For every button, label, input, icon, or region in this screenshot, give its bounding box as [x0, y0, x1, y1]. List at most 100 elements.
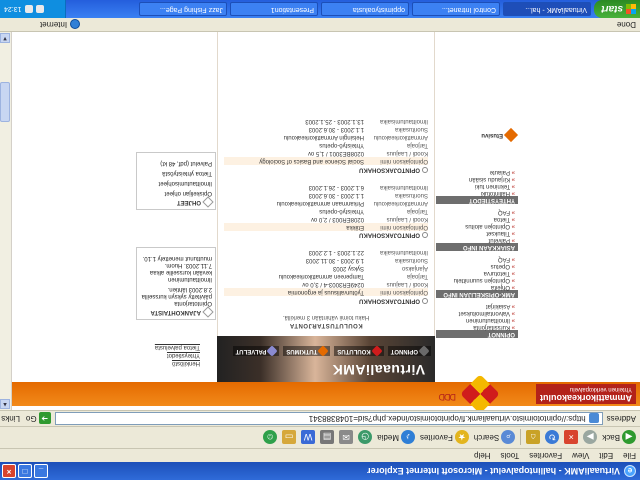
news-item[interactable]: Opintotarjonta päivitetty syksyn kurssei…: [140, 285, 212, 306]
course-value[interactable]: Työturvallisuus ja ergonomia: [288, 288, 364, 296]
tray-network-icon[interactable]: [35, 5, 44, 13]
help-link[interactable]: Palvelut (pdf, 48 kt): [140, 159, 212, 166]
taskbar-item[interactable]: Control Intranet...: [412, 2, 500, 16]
go-button[interactable]: ➔ Go: [25, 412, 51, 425]
course-key: Ilmoittautumisaika: [379, 183, 428, 190]
messenger-button[interactable]: ☺: [263, 430, 278, 445]
link-yhteystiedot[interactable]: Yhteystiedot: [160, 352, 200, 358]
course-row: Ajanjakso Syksy 2003: [224, 264, 428, 272]
site-brand[interactable]: Ammattikorkeakoulut Yhteinen verkkopalve…: [536, 384, 636, 404]
nav-group-student-info: AMK-OPISKELIJAN INFO Ohjeita Opintojen s…: [436, 255, 518, 298]
tab-opinnot[interactable]: OPINNOT: [387, 345, 431, 357]
scroll-up-icon[interactable]: ▲: [0, 399, 10, 409]
tab-tutkimus[interactable]: TUTKIMUS: [283, 345, 331, 357]
menu-view[interactable]: View: [572, 449, 589, 460]
nav-item[interactable]: Kurssitarjonta: [436, 323, 518, 330]
nav-item[interactable]: Valvontailmoitukset: [436, 309, 518, 316]
nav-item[interactable]: Ilmoittautuminen: [436, 316, 518, 323]
help-link[interactable]: Tietoa yhteistyöstä: [140, 169, 212, 176]
menu-help[interactable]: Help: [474, 449, 490, 460]
nav-item[interactable]: Asiakirjat: [436, 302, 518, 309]
help-link[interactable]: Ilmoittautumisohjeet: [140, 179, 212, 186]
tab-opinnot-icon: [418, 345, 430, 357]
minimize-button[interactable]: _: [34, 464, 48, 478]
mail-button[interactable]: ✉: [339, 430, 354, 445]
browser-toolbar: ◀ Back ▶ × ↻ ⌂ ⌕ Search ★ Favorites ♪ Me…: [0, 426, 640, 448]
address-input[interactable]: https://opintotoimisto.virtuaaliamk.fi/o…: [54, 412, 603, 425]
course-value[interactable]: Etiikka: [346, 223, 364, 231]
tab-palvelut[interactable]: PALVELUT: [232, 345, 280, 357]
link-tietoa[interactable]: Tietoa palvelusta: [155, 344, 200, 350]
stop-button[interactable]: ×: [564, 430, 579, 445]
search-label: Search: [473, 433, 500, 442]
nav-item[interactable]: FAQ: [436, 255, 518, 262]
menu-tools[interactable]: Tools: [501, 449, 520, 460]
discuss-button[interactable]: ▭: [282, 430, 297, 445]
nav-item[interactable]: Kirjaudu sisään: [436, 175, 518, 182]
menu-favorites[interactable]: Favorites: [529, 449, 562, 460]
menu-edit[interactable]: Edit: [599, 449, 613, 460]
news-item[interactable]: Ilmoittautuminen kevään kursseille alkaa…: [140, 254, 212, 282]
course-radio[interactable]: [422, 232, 428, 239]
course-row: Koodi / Laajuus 0208BE3001 / 1,5 ov: [224, 149, 428, 157]
history-button[interactable]: ◷: [358, 430, 373, 445]
nav-item[interactable]: Tietoturva: [436, 269, 518, 276]
start-button[interactable]: start: [594, 0, 640, 18]
edit-button[interactable]: W: [301, 430, 316, 445]
course-row: Tarjoaja Tampereen ammattikorkeakoulu: [224, 272, 428, 280]
course-value[interactable]: Social Science and Basics of Sociology: [259, 157, 364, 165]
taskbar-item[interactable]: Presentation1: [230, 2, 318, 16]
messenger-icon: ☺: [263, 430, 278, 445]
course-row: Ilmoittautumisaika 6.1.2003 - 26.1.2003: [224, 183, 428, 191]
nav-item[interactable]: Tietoa: [436, 215, 518, 222]
favorites-button[interactable]: ★ Favorites: [420, 430, 469, 445]
nav-item[interactable]: Palvelut: [436, 236, 518, 243]
scroll-down-icon[interactable]: ▼: [0, 33, 10, 43]
back-button[interactable]: ◀ Back: [602, 430, 636, 445]
refresh-button[interactable]: ↻: [545, 430, 560, 445]
print-button[interactable]: ▤: [320, 430, 335, 445]
go-label: Go: [25, 414, 37, 423]
course-row: Suoritusaika 1.9.2003 - 30.11.2003: [224, 256, 428, 264]
taskbar-item[interactable]: Jazz Fishing Page...: [139, 2, 227, 16]
course-value: Yhteistyö-opetus: [319, 207, 364, 214]
links-button[interactable]: Links: [1, 414, 20, 423]
forward-button[interactable]: ▶: [583, 430, 598, 445]
nav-title: AMK-OPISKELIJAN INFO: [436, 290, 518, 298]
nav-item[interactable]: Tekninen tuki: [436, 182, 518, 189]
help-heading: OHJEET: [140, 196, 214, 208]
search-button[interactable]: ⌕ Search: [473, 430, 516, 445]
course-row: Suoritusaika 1.1.2003 - 30.6.2003: [224, 125, 428, 133]
course-card: OPINTOJAKSOHAKU Opintojakson nimi Social …: [224, 117, 428, 173]
nav-item[interactable]: Ohjeita: [436, 283, 518, 290]
nav-item[interactable]: Opintojen suunnittelu: [436, 276, 518, 283]
nav-item[interactable]: Opintojen aloitus: [436, 222, 518, 229]
media-icon: ♪: [400, 430, 415, 445]
maximize-button[interactable]: □: [18, 464, 32, 478]
news-line: kevään kursseille alkaa: [149, 269, 212, 275]
history-icon: ◷: [358, 430, 373, 445]
nav-item[interactable]: Tilaukset: [436, 229, 518, 236]
home-diamond-icon: [503, 127, 519, 143]
help-link[interactable]: Opiskelijan ohjeet: [140, 189, 212, 196]
home-link[interactable]: Etusivu: [481, 127, 519, 143]
home-button[interactable]: ⌂: [526, 430, 541, 445]
course-radio[interactable]: [422, 298, 428, 304]
close-button[interactable]: ×: [2, 464, 16, 478]
clock[interactable]: 13:24: [4, 6, 22, 13]
vertical-scrollbar[interactable]: ▲ ▼: [0, 32, 12, 410]
nav-item[interactable]: FAQ: [436, 208, 518, 215]
tab-koulutus[interactable]: KOULUTUS: [334, 345, 384, 357]
nav-item[interactable]: Opetus: [436, 262, 518, 269]
taskbar-item[interactable]: VirtuaaliAMK - hal...: [503, 2, 591, 16]
media-button[interactable]: ♪ Media: [377, 430, 415, 445]
menu-file[interactable]: File: [623, 449, 636, 460]
nav-item[interactable]: Palaute: [436, 168, 518, 175]
tray-volume-icon[interactable]: [24, 5, 33, 13]
course-radio[interactable]: [422, 166, 428, 173]
scroll-thumb[interactable]: [0, 82, 10, 122]
link-henkilosto[interactable]: Henkilöstö: [160, 360, 200, 366]
system-tray: 13:24: [0, 0, 66, 18]
nav-item[interactable]: Hallintotuki: [436, 189, 518, 196]
taskbar-item[interactable]: oppimistyoalusta: [321, 2, 409, 16]
